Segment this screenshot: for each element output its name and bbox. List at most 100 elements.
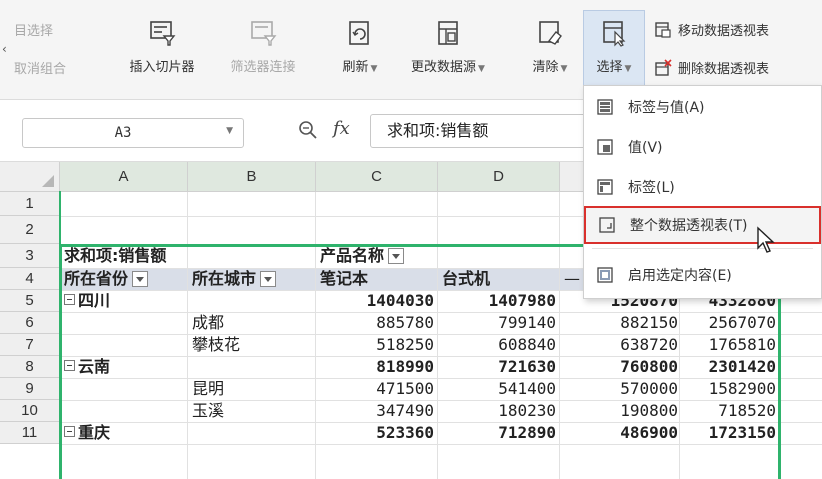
menu-item-values[interactable]: 值(V) bbox=[584, 130, 821, 164]
pivot-cell[interactable]: 885780 bbox=[316, 312, 434, 334]
move-pivot-button[interactable]: 移动数据透视表 bbox=[654, 20, 769, 39]
pivot-cell[interactable]: 760800 bbox=[560, 356, 678, 378]
collapse-icon[interactable] bbox=[64, 294, 75, 305]
pivot-cell[interactable]: 818990 bbox=[316, 356, 434, 378]
province-name: 云南 bbox=[78, 357, 111, 376]
ungroup-label: 取消组合 bbox=[14, 62, 67, 77]
column-header-a[interactable]: A bbox=[60, 162, 188, 192]
column-header-b[interactable]: B bbox=[188, 162, 316, 192]
pivot-cell[interactable]: 712890 bbox=[438, 422, 556, 444]
pivot-cell[interactable]: 518250 bbox=[316, 334, 434, 356]
group-select-button[interactable]: 目选择 bbox=[14, 20, 53, 39]
filter-connection-label: 筛选器连接 bbox=[230, 60, 296, 75]
pivot-cell[interactable]: 471500 bbox=[316, 378, 434, 400]
pivot-cell[interactable]: 718520 bbox=[680, 400, 776, 422]
select-caret-icon[interactable]: ▼ bbox=[625, 64, 632, 74]
enable-selection-icon bbox=[596, 266, 614, 284]
pivot-city-name[interactable]: 攀枝花 bbox=[192, 334, 316, 356]
column-header-d[interactable]: D bbox=[438, 162, 560, 192]
pivot-cell[interactable]: 486900 bbox=[560, 422, 678, 444]
zoom-icon[interactable] bbox=[298, 120, 318, 144]
collapse-icon[interactable] bbox=[64, 426, 75, 437]
insert-slicer-button[interactable]: 插入切片器 bbox=[117, 18, 207, 75]
delete-pivot-button[interactable]: 删除数据透视表 bbox=[654, 58, 769, 77]
filter-connection-icon bbox=[248, 18, 278, 48]
fx-icon[interactable]: fx bbox=[333, 118, 350, 139]
pivot-column-item[interactable]: 台式机 bbox=[442, 268, 560, 290]
name-box-dropdown-icon[interactable]: ▼ bbox=[226, 126, 233, 136]
pivot-city-name[interactable]: 玉溪 bbox=[192, 400, 316, 422]
pivot-city-name[interactable]: 成都 bbox=[192, 312, 316, 334]
province-filter-button[interactable] bbox=[132, 270, 149, 287]
column-header-c[interactable]: C bbox=[316, 162, 438, 192]
row-header-3[interactable]: 3 bbox=[0, 244, 60, 268]
pivot-province-row[interactable]: 重庆 bbox=[64, 422, 188, 444]
pivot-cell[interactable]: 347490 bbox=[316, 400, 434, 422]
pivot-cell[interactable]: 1582900 bbox=[680, 378, 776, 400]
menu-item-enable-selection[interactable]: 启用选定内容(E) bbox=[584, 258, 821, 292]
select-all-corner[interactable] bbox=[0, 162, 60, 192]
product-filter-button[interactable] bbox=[388, 247, 405, 264]
row-header-4[interactable]: 4 bbox=[0, 268, 60, 290]
menu-item-entire-pivot-table[interactable]: 整个数据透视表(T) bbox=[584, 206, 821, 244]
row-header-8[interactable]: 8 bbox=[0, 356, 60, 378]
refresh-caret-icon[interactable]: ▼ bbox=[371, 64, 378, 74]
pivot-cell[interactable]: 638720 bbox=[560, 334, 678, 356]
menu-item-label: 值(V) bbox=[628, 140, 663, 156]
row-header-5[interactable]: 5 bbox=[0, 290, 60, 312]
pivot-cell[interactable]: 1765810 bbox=[680, 334, 776, 356]
refresh-button[interactable]: 刷新 ▼ bbox=[330, 18, 390, 75]
select-button[interactable]: 选择 ▼ bbox=[583, 18, 645, 75]
row-header-6[interactable]: 6 bbox=[0, 312, 60, 334]
pivot-city-name[interactable]: 昆明 bbox=[192, 378, 316, 400]
clear-caret-icon[interactable]: ▼ bbox=[561, 64, 568, 74]
pivot-cell[interactable]: 1407980 bbox=[438, 290, 556, 312]
labels-values-icon bbox=[596, 98, 614, 116]
ungroup-button[interactable]: 取消组合 bbox=[14, 58, 66, 77]
row-header-1[interactable]: 1 bbox=[0, 192, 60, 216]
collapse-icon[interactable] bbox=[64, 360, 75, 371]
row-header-10[interactable]: 10 bbox=[0, 400, 60, 422]
province-name: 四川 bbox=[78, 291, 111, 310]
row-header-9[interactable]: 9 bbox=[0, 378, 60, 400]
scroll-left-icon[interactable]: ‹ bbox=[2, 42, 7, 56]
row-header-11[interactable]: 11 bbox=[0, 422, 60, 444]
pivot-cell[interactable]: 180230 bbox=[438, 400, 556, 422]
change-source-caret-icon[interactable]: ▼ bbox=[478, 64, 485, 74]
menu-item-labels-and-values[interactable]: 标签与值(A) bbox=[584, 90, 821, 124]
pivot-value-field-label[interactable]: 求和项:销售额 bbox=[64, 245, 314, 267]
select-label: 选择 bbox=[596, 60, 623, 75]
pivot-cell[interactable]: 1404030 bbox=[316, 290, 434, 312]
name-box[interactable]: A3 ▼ bbox=[22, 118, 244, 148]
pivot-cell[interactable]: 541400 bbox=[438, 378, 556, 400]
menu-item-labels[interactable]: 标签(L) bbox=[584, 170, 821, 204]
menu-item-label: 启用选定内容(E) bbox=[628, 268, 732, 284]
pivot-cell[interactable]: 523360 bbox=[316, 422, 434, 444]
change-source-button[interactable]: 更改数据源 ▼ bbox=[398, 18, 498, 75]
row-header-7[interactable]: 7 bbox=[0, 334, 60, 356]
pivot-row-field-city[interactable]: 所在城市 bbox=[192, 268, 316, 290]
pivot-cell[interactable]: 721630 bbox=[438, 356, 556, 378]
pivot-cell[interactable]: 1723150 bbox=[680, 422, 776, 444]
pivot-cell[interactable]: 882150 bbox=[560, 312, 678, 334]
pivot-cell[interactable]: 2301420 bbox=[680, 356, 776, 378]
pivot-column-item[interactable]: 笔记本 bbox=[320, 268, 438, 290]
pivot-province-row[interactable]: 云南 bbox=[64, 356, 188, 378]
pivot-cell[interactable]: 570000 bbox=[560, 378, 678, 400]
pivot-province-row[interactable]: 四川 bbox=[64, 290, 188, 312]
clear-button[interactable]: 清除 ▼ bbox=[522, 18, 578, 75]
pivot-cell[interactable]: 190800 bbox=[560, 400, 678, 422]
delete-pivot-label: 删除数据透视表 bbox=[678, 62, 770, 77]
city-filter-button[interactable] bbox=[260, 270, 277, 287]
pivot-column-field[interactable]: 产品名称 bbox=[320, 245, 560, 267]
clear-icon bbox=[535, 18, 565, 48]
pivot-cell[interactable]: 2567070 bbox=[680, 312, 776, 334]
group-select-label: 目选择 bbox=[14, 24, 54, 39]
pivot-row-field-province[interactable]: 所在省份 bbox=[64, 268, 188, 290]
pivot-cell[interactable]: 799140 bbox=[438, 312, 556, 334]
column-field-label: 产品名称 bbox=[320, 246, 385, 265]
row-header-2[interactable]: 2 bbox=[0, 216, 60, 244]
filter-connection-button[interactable]: 筛选器连接 bbox=[218, 18, 308, 75]
pivot-cell[interactable]: 608840 bbox=[438, 334, 556, 356]
change-source-label: 更改数据源 bbox=[411, 60, 477, 75]
